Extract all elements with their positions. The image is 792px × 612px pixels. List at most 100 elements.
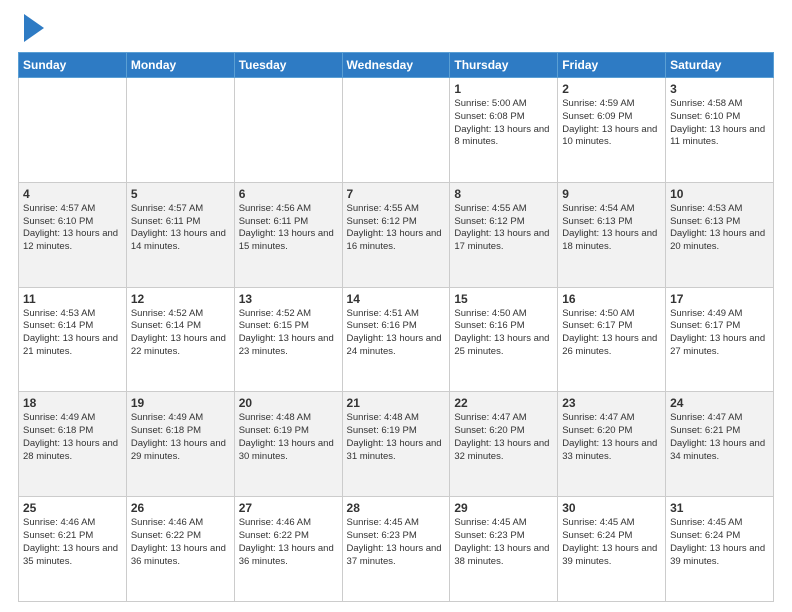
day-number: 5 xyxy=(131,187,230,201)
calendar-cell: 26 Sunrise: 4:46 AM Sunset: 6:22 PM Dayli… xyxy=(126,497,234,602)
day-info: Sunrise: 4:55 AM Sunset: 6:12 PM Dayligh… xyxy=(454,203,553,254)
calendar-week-row: 11 Sunrise: 4:53 AM Sunset: 6:14 PM Dayli… xyxy=(19,287,774,392)
day-number: 8 xyxy=(454,187,553,201)
day-number: 9 xyxy=(562,187,661,201)
page: SundayMondayTuesdayWednesdayThursdayFrid… xyxy=(0,0,792,612)
calendar-cell: 18 Sunrise: 4:49 AM Sunset: 6:18 PM Dayli… xyxy=(19,392,127,497)
weekday-header: Wednesday xyxy=(342,53,450,78)
calendar-cell: 23 Sunrise: 4:47 AM Sunset: 6:20 PM Dayli… xyxy=(558,392,666,497)
day-number: 21 xyxy=(347,396,446,410)
day-info: Sunrise: 4:47 AM Sunset: 6:20 PM Dayligh… xyxy=(454,412,553,463)
day-number: 25 xyxy=(23,501,122,515)
day-info: Sunrise: 4:46 AM Sunset: 6:21 PM Dayligh… xyxy=(23,517,122,568)
calendar-cell: 31Sunrise: 4:45 AM Sunset: 6:24 PM Dayli… xyxy=(666,497,774,602)
day-info: Sunrise: 4:52 AM Sunset: 6:15 PM Dayligh… xyxy=(239,308,338,359)
day-info: Sunrise: 4:48 AM Sunset: 6:19 PM Dayligh… xyxy=(239,412,338,463)
logo xyxy=(18,18,44,42)
calendar-week-row: 1Sunrise: 5:00 AM Sunset: 6:08 PM Daylig… xyxy=(19,78,774,183)
day-info: Sunrise: 4:54 AM Sunset: 6:13 PM Dayligh… xyxy=(562,203,661,254)
day-number: 27 xyxy=(239,501,338,515)
calendar-cell: 8 Sunrise: 4:55 AM Sunset: 6:12 PM Daylig… xyxy=(450,182,558,287)
day-number: 13 xyxy=(239,292,338,306)
day-info: Sunrise: 4:45 AM Sunset: 6:23 PM Dayligh… xyxy=(454,517,553,568)
day-number: 7 xyxy=(347,187,446,201)
calendar-cell: 4Sunrise: 4:57 AM Sunset: 6:10 PM Daylig… xyxy=(19,182,127,287)
day-info: Sunrise: 4:53 AM Sunset: 6:14 PM Dayligh… xyxy=(23,308,122,359)
day-info: Sunrise: 4:45 AM Sunset: 6:24 PM Dayligh… xyxy=(562,517,661,568)
calendar-cell: 2Sunrise: 4:59 AM Sunset: 6:09 PM Daylig… xyxy=(558,78,666,183)
day-number: 11 xyxy=(23,292,122,306)
calendar-cell: 17 Sunrise: 4:49 AM Sunset: 6:17 PM Dayli… xyxy=(666,287,774,392)
calendar-cell: 6Sunrise: 4:56 AM Sunset: 6:11 PM Daylig… xyxy=(234,182,342,287)
calendar-cell: 13 Sunrise: 4:52 AM Sunset: 6:15 PM Dayli… xyxy=(234,287,342,392)
day-info: Sunrise: 4:49 AM Sunset: 6:17 PM Dayligh… xyxy=(670,308,769,359)
logo-icon xyxy=(20,14,44,42)
day-number: 3 xyxy=(670,82,769,96)
calendar-cell: 16 Sunrise: 4:50 AM Sunset: 6:17 PM Dayli… xyxy=(558,287,666,392)
day-info: Sunrise: 4:51 AM Sunset: 6:16 PM Dayligh… xyxy=(347,308,446,359)
day-info: Sunrise: 4:55 AM Sunset: 6:12 PM Dayligh… xyxy=(347,203,446,254)
day-info: Sunrise: 4:47 AM Sunset: 6:20 PM Dayligh… xyxy=(562,412,661,463)
day-number: 30 xyxy=(562,501,661,515)
day-info: Sunrise: 4:49 AM Sunset: 6:18 PM Dayligh… xyxy=(131,412,230,463)
day-number: 12 xyxy=(131,292,230,306)
day-number: 4 xyxy=(23,187,122,201)
day-info: Sunrise: 4:57 AM Sunset: 6:11 PM Dayligh… xyxy=(131,203,230,254)
calendar-week-row: 25 Sunrise: 4:46 AM Sunset: 6:21 PM Dayli… xyxy=(19,497,774,602)
calendar-cell: 19 Sunrise: 4:49 AM Sunset: 6:18 PM Dayli… xyxy=(126,392,234,497)
weekday-header: Tuesday xyxy=(234,53,342,78)
day-info: Sunrise: 4:49 AM Sunset: 6:18 PM Dayligh… xyxy=(23,412,122,463)
calendar-cell xyxy=(126,78,234,183)
day-number: 17 xyxy=(670,292,769,306)
calendar-cell: 1Sunrise: 5:00 AM Sunset: 6:08 PM Daylig… xyxy=(450,78,558,183)
calendar-table: SundayMondayTuesdayWednesdayThursdayFrid… xyxy=(18,52,774,602)
day-info: Sunrise: 4:56 AM Sunset: 6:11 PM Dayligh… xyxy=(239,203,338,254)
day-number: 14 xyxy=(347,292,446,306)
day-number: 22 xyxy=(454,396,553,410)
calendar-cell: 3 Sunrise: 4:58 AM Sunset: 6:10 PM Daylig… xyxy=(666,78,774,183)
calendar-cell: 14 Sunrise: 4:51 AM Sunset: 6:16 PM Dayli… xyxy=(342,287,450,392)
weekday-header: Monday xyxy=(126,53,234,78)
day-number: 15 xyxy=(454,292,553,306)
calendar-cell: 21Sunrise: 4:48 AM Sunset: 6:19 PM Dayli… xyxy=(342,392,450,497)
calendar-week-row: 18 Sunrise: 4:49 AM Sunset: 6:18 PM Dayli… xyxy=(19,392,774,497)
calendar-cell: 30 Sunrise: 4:45 AM Sunset: 6:24 PM Dayli… xyxy=(558,497,666,602)
day-number: 16 xyxy=(562,292,661,306)
calendar-cell: 10Sunrise: 4:53 AM Sunset: 6:13 PM Dayli… xyxy=(666,182,774,287)
day-info: Sunrise: 4:58 AM Sunset: 6:10 PM Dayligh… xyxy=(670,98,769,149)
day-info: Sunrise: 4:53 AM Sunset: 6:13 PM Dayligh… xyxy=(670,203,769,254)
day-number: 18 xyxy=(23,396,122,410)
day-info: Sunrise: 4:50 AM Sunset: 6:17 PM Dayligh… xyxy=(562,308,661,359)
calendar-cell: 20 Sunrise: 4:48 AM Sunset: 6:19 PM Dayli… xyxy=(234,392,342,497)
day-info: Sunrise: 4:50 AM Sunset: 6:16 PM Dayligh… xyxy=(454,308,553,359)
calendar-cell xyxy=(234,78,342,183)
calendar-cell: 25 Sunrise: 4:46 AM Sunset: 6:21 PM Dayli… xyxy=(19,497,127,602)
day-info: Sunrise: 5:00 AM Sunset: 6:08 PM Dayligh… xyxy=(454,98,553,149)
calendar-cell: 12 Sunrise: 4:52 AM Sunset: 6:14 PM Dayli… xyxy=(126,287,234,392)
calendar-cell: 9 Sunrise: 4:54 AM Sunset: 6:13 PM Daylig… xyxy=(558,182,666,287)
day-info: Sunrise: 4:47 AM Sunset: 6:21 PM Dayligh… xyxy=(670,412,769,463)
weekday-header: Friday xyxy=(558,53,666,78)
day-info: Sunrise: 4:46 AM Sunset: 6:22 PM Dayligh… xyxy=(239,517,338,568)
day-info: Sunrise: 4:52 AM Sunset: 6:14 PM Dayligh… xyxy=(131,308,230,359)
calendar-cell: 24 Sunrise: 4:47 AM Sunset: 6:21 PM Dayli… xyxy=(666,392,774,497)
day-number: 19 xyxy=(131,396,230,410)
day-number: 23 xyxy=(562,396,661,410)
day-info: Sunrise: 4:45 AM Sunset: 6:24 PM Dayligh… xyxy=(670,517,769,568)
calendar-cell: 7 Sunrise: 4:55 AM Sunset: 6:12 PM Daylig… xyxy=(342,182,450,287)
calendar-cell: 11 Sunrise: 4:53 AM Sunset: 6:14 PM Dayli… xyxy=(19,287,127,392)
day-number: 26 xyxy=(131,501,230,515)
header xyxy=(18,18,774,42)
calendar-cell: 27 Sunrise: 4:46 AM Sunset: 6:22 PM Dayli… xyxy=(234,497,342,602)
day-number: 20 xyxy=(239,396,338,410)
day-number: 29 xyxy=(454,501,553,515)
calendar-cell: 28Sunrise: 4:45 AM Sunset: 6:23 PM Dayli… xyxy=(342,497,450,602)
day-number: 24 xyxy=(670,396,769,410)
calendar-week-row: 4Sunrise: 4:57 AM Sunset: 6:10 PM Daylig… xyxy=(19,182,774,287)
weekday-header: Thursday xyxy=(450,53,558,78)
calendar-cell: 29 Sunrise: 4:45 AM Sunset: 6:23 PM Dayli… xyxy=(450,497,558,602)
calendar-cell: 5 Sunrise: 4:57 AM Sunset: 6:11 PM Daylig… xyxy=(126,182,234,287)
day-info: Sunrise: 4:46 AM Sunset: 6:22 PM Dayligh… xyxy=(131,517,230,568)
weekday-header: Saturday xyxy=(666,53,774,78)
day-number: 28 xyxy=(347,501,446,515)
